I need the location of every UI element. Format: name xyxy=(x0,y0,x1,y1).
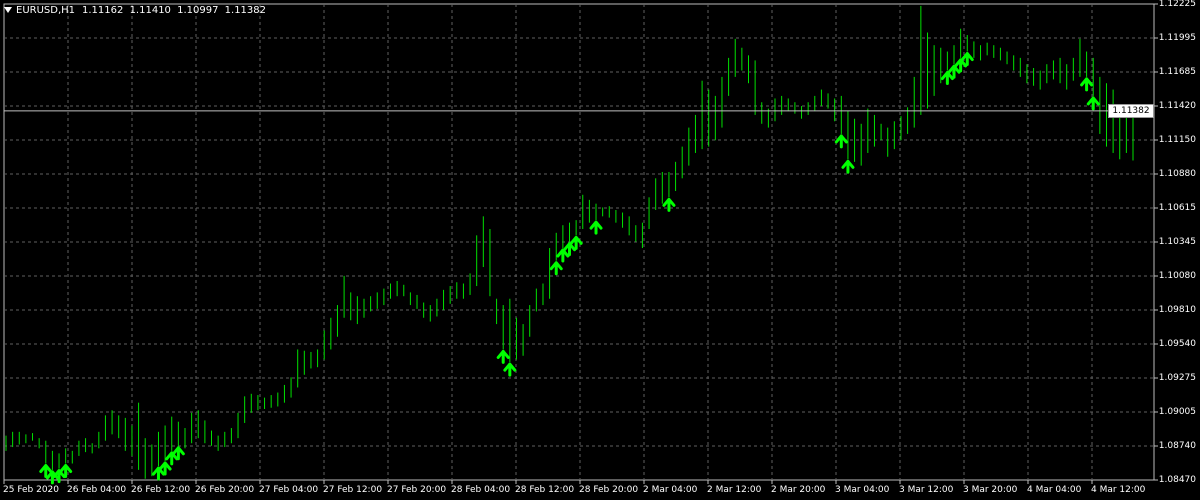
y-tick-label: 1.12225 xyxy=(1158,0,1196,9)
chart-header: EURUSD,H1 1.11162 1.11410 1.10997 1.1138… xyxy=(4,3,266,17)
y-tick-label: 1.11150 xyxy=(1158,135,1196,145)
up-arrow-icon xyxy=(503,362,517,377)
y-tick-label: 1.10345 xyxy=(1158,237,1196,247)
open-value: 1.11162 xyxy=(82,4,124,16)
up-arrow-icon xyxy=(549,261,563,276)
y-tick-label: 1.10880 xyxy=(1158,169,1196,179)
up-arrow-icon xyxy=(165,451,179,466)
up-arrow-icon xyxy=(151,466,165,481)
y-tick-label: 1.11685 xyxy=(1158,67,1196,77)
current-price-tag: 1.11382 xyxy=(1108,103,1154,118)
up-arrow-icon xyxy=(662,197,676,212)
y-tick-label: 1.09275 xyxy=(1158,373,1196,383)
x-tick-label: 27 Feb 20:00 xyxy=(387,485,447,495)
ohlc-values: 1.11162 1.11410 1.10997 1.11382 xyxy=(79,5,266,16)
y-tick-label: 1.09540 xyxy=(1158,339,1196,349)
up-arrow-icon xyxy=(940,71,954,86)
up-arrow-icon xyxy=(556,248,570,263)
close-value: 1.11382 xyxy=(224,4,267,16)
x-tick-label: 4 Mar 12:00 xyxy=(1091,485,1146,495)
chart-canvas[interactable] xyxy=(0,0,1200,500)
x-tick-label: 28 Feb 04:00 xyxy=(451,485,511,495)
x-tick-label: 25 Feb 2020 xyxy=(3,485,60,495)
x-tick-label: 2 Mar 20:00 xyxy=(771,485,826,495)
y-tick-label: 1.10615 xyxy=(1158,203,1196,213)
x-tick-label: 27 Feb 12:00 xyxy=(323,485,383,495)
y-tick-label: 1.11995 xyxy=(1158,33,1196,43)
low-value: 1.10997 xyxy=(177,4,219,16)
x-tick-label: 2 Mar 04:00 xyxy=(643,485,698,495)
triangle-down-icon[interactable] xyxy=(4,7,12,13)
up-arrow-icon xyxy=(841,159,855,174)
up-arrow-icon xyxy=(496,349,510,364)
y-tick-label: 1.11420 xyxy=(1158,101,1196,111)
x-tick-label: 28 Feb 20:00 xyxy=(579,485,639,495)
x-tick-label: 3 Mar 04:00 xyxy=(835,485,890,495)
y-tick-label: 1.09810 xyxy=(1158,305,1196,315)
y-tick-label: 1.08740 xyxy=(1158,441,1196,451)
x-tick-label: 3 Mar 12:00 xyxy=(899,485,954,495)
up-arrow-icon xyxy=(589,220,603,235)
x-tick-label: 3 Mar 20:00 xyxy=(963,485,1018,495)
high-value: 1.11410 xyxy=(129,4,171,16)
up-arrow-icon xyxy=(1080,77,1094,92)
x-tick-label: 4 Mar 04:00 xyxy=(1027,485,1082,495)
symbol-label: EURUSD,H1 xyxy=(16,4,76,16)
y-tick-label: 1.08470 xyxy=(1158,475,1196,485)
price-chart[interactable]: EURUSD,H1 1.11162 1.11410 1.10997 1.1138… xyxy=(0,0,1200,500)
x-tick-label: 26 Feb 20:00 xyxy=(195,485,255,495)
x-tick-label: 26 Feb 12:00 xyxy=(131,485,191,495)
x-tick-label: 28 Feb 12:00 xyxy=(515,485,575,495)
x-tick-label: 27 Feb 04:00 xyxy=(259,485,319,495)
y-tick-label: 1.10080 xyxy=(1158,271,1196,281)
x-tick-label: 2 Mar 12:00 xyxy=(707,485,762,495)
up-arrow-icon xyxy=(1086,96,1100,111)
x-tick-label: 26 Feb 04:00 xyxy=(67,485,127,495)
up-arrow-icon xyxy=(834,134,848,149)
y-tick-label: 1.09005 xyxy=(1158,407,1196,417)
